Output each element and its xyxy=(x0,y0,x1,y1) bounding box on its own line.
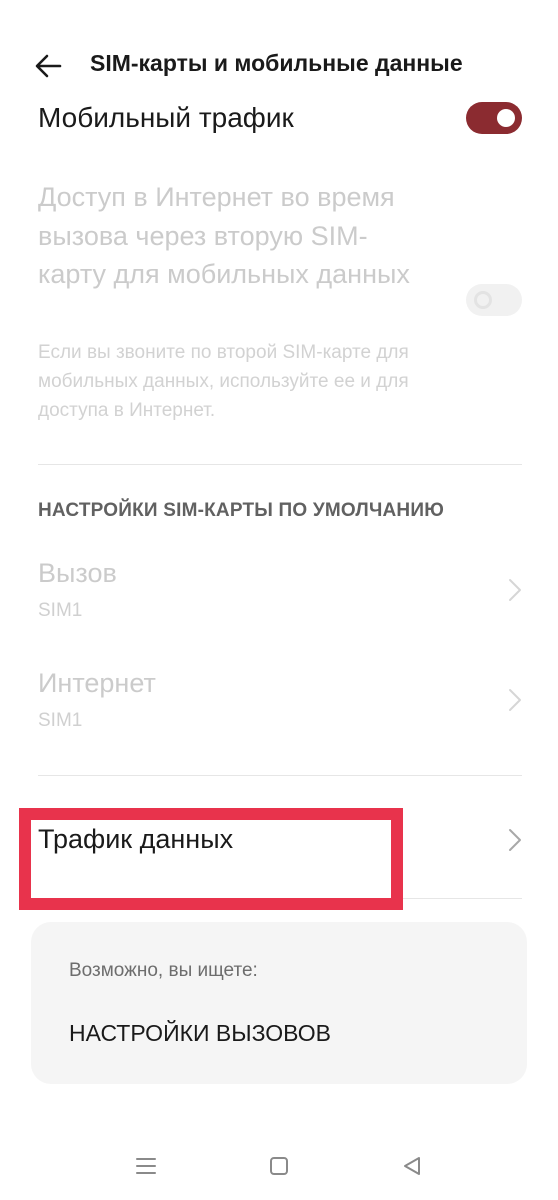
home-button[interactable] xyxy=(266,1153,292,1179)
call-settings-link[interactable]: НАСТРОЙКИ ВЫЗОВОВ xyxy=(69,1020,331,1047)
divider xyxy=(38,775,522,776)
chevron-right-icon xyxy=(509,689,521,711)
recents-button[interactable] xyxy=(133,1153,159,1179)
app-header: SIM-карты и мобильные данные xyxy=(0,36,558,96)
page-title: SIM-карты и мобильные данные xyxy=(90,50,463,76)
back-triangle-icon xyxy=(404,1157,420,1175)
mobile-traffic-row[interactable]: Мобильный трафик xyxy=(38,98,522,142)
default-sim-section-header: НАСТРОЙКИ SIM-КАРТЫ ПО УМОЛЧАНИЮ xyxy=(38,500,444,521)
highlight-box xyxy=(19,808,403,910)
default-internet-sim-row[interactable]: Интернет SIM1 xyxy=(38,668,522,738)
system-nav-bar xyxy=(0,1145,558,1187)
menu-icon xyxy=(136,1158,156,1174)
dual-sim-data-row[interactable]: Доступ в Интернет во время вызова через … xyxy=(38,178,522,428)
arrow-left-icon xyxy=(35,54,62,78)
suggestions-hint: Возможно, вы ищете: xyxy=(69,960,258,981)
default-internet-label: Интернет xyxy=(38,668,156,698)
dual-sim-data-description: Если вы звоните по второй SIM-карте для … xyxy=(38,342,409,421)
default-call-value: SIM1 xyxy=(38,600,83,621)
home-icon xyxy=(270,1157,288,1175)
divider xyxy=(38,464,522,465)
chevron-right-icon xyxy=(509,579,521,601)
mobile-traffic-label: Мобильный трафик xyxy=(38,102,294,133)
toggle-knob xyxy=(474,291,492,309)
system-back-button[interactable] xyxy=(399,1153,425,1179)
dual-sim-data-toggle[interactable] xyxy=(466,284,522,316)
divider xyxy=(403,898,522,899)
back-button[interactable] xyxy=(30,48,66,84)
default-call-sim-row[interactable]: Вызов SIM1 xyxy=(38,558,522,628)
mobile-traffic-toggle[interactable] xyxy=(466,102,522,134)
default-call-label: Вызов xyxy=(38,558,117,588)
toggle-knob xyxy=(497,109,515,127)
dual-sim-data-title: Доступ в Интернет во время вызова через … xyxy=(38,182,410,289)
default-internet-value: SIM1 xyxy=(38,710,83,731)
chevron-right-icon xyxy=(509,829,521,851)
suggestions-card: Возможно, вы ищете: НАСТРОЙКИ ВЫЗОВОВ xyxy=(31,922,527,1084)
